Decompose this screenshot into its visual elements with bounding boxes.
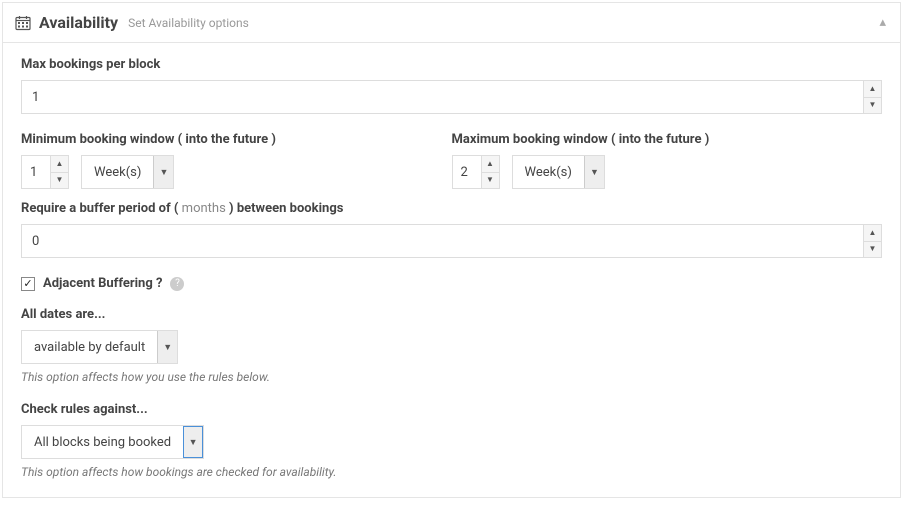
buffer-label: Require a buffer period of ( months ) be… xyxy=(21,201,882,216)
spinner: ▲ ▼ xyxy=(50,156,68,188)
spinner-down-icon[interactable]: ▼ xyxy=(482,173,499,189)
max-window-unit-value: Week(s) xyxy=(513,156,584,188)
min-window-unit-value: Week(s) xyxy=(82,156,153,188)
spinner: ▲ ▼ xyxy=(863,81,881,113)
check-rules-value: All blocks being booked xyxy=(22,426,183,458)
max-bookings-field: Max bookings per block 1 ▲ ▼ xyxy=(21,57,882,114)
check-rules-hint: This option affects how bookings are che… xyxy=(21,465,882,479)
buffer-label-unit: months xyxy=(182,201,226,216)
spinner: ▲ ▼ xyxy=(481,156,499,188)
panel-body: Max bookings per block 1 ▲ ▼ Minimum boo… xyxy=(3,43,900,497)
panel-subtitle: Set Availability options xyxy=(128,16,249,30)
chevron-down-icon[interactable]: ▼ xyxy=(153,156,173,188)
adjacent-buffering-field: ✓ Adjacent Buffering ? ? xyxy=(21,276,882,291)
all-dates-hint: This option affects how you use the rule… xyxy=(21,370,882,384)
buffer-value: 0 xyxy=(22,225,863,257)
all-dates-select[interactable]: available by default ▼ xyxy=(21,330,178,364)
check-rules-field: Check rules against... All blocks being … xyxy=(21,402,882,479)
buffer-field: Require a buffer period of ( months ) be… xyxy=(21,201,882,258)
panel-header: Availability Set Availability options ▴ xyxy=(3,3,900,43)
max-window-value: 2 xyxy=(453,156,481,188)
check-rules-select[interactable]: All blocks being booked ▼ xyxy=(21,425,204,459)
all-dates-field: All dates are... available by default ▼ … xyxy=(21,307,882,384)
buffer-label-pre: Require a buffer period of ( xyxy=(21,201,182,216)
adjacent-buffering-checkbox[interactable]: ✓ xyxy=(21,277,35,291)
min-window-unit-select[interactable]: Week(s) ▼ xyxy=(81,155,174,189)
booking-window-row: Minimum booking window ( into the future… xyxy=(21,132,882,189)
all-dates-label: All dates are... xyxy=(21,307,882,322)
check-rules-label: Check rules against... xyxy=(21,402,882,417)
spinner-up-icon[interactable]: ▲ xyxy=(864,81,881,98)
spinner: ▲ ▼ xyxy=(863,225,881,257)
calendar-icon xyxy=(15,15,31,31)
min-window-value: 1 xyxy=(22,156,50,188)
spinner-down-icon[interactable]: ▼ xyxy=(51,173,68,189)
max-bookings-value: 1 xyxy=(22,81,863,113)
spinner-down-icon[interactable]: ▼ xyxy=(864,242,881,258)
spinner-up-icon[interactable]: ▲ xyxy=(51,156,68,173)
buffer-input[interactable]: 0 ▲ ▼ xyxy=(21,224,882,258)
buffer-label-post: ) between bookings xyxy=(226,201,344,216)
spinner-up-icon[interactable]: ▲ xyxy=(482,156,499,173)
min-window-field: Minimum booking window ( into the future… xyxy=(21,132,452,189)
help-icon[interactable]: ? xyxy=(170,277,184,291)
max-window-field: Maximum booking window ( into the future… xyxy=(452,132,883,189)
max-bookings-input[interactable]: 1 ▲ ▼ xyxy=(21,80,882,114)
max-bookings-label: Max bookings per block xyxy=(21,57,882,72)
chevron-down-icon[interactable]: ▼ xyxy=(183,426,203,458)
min-window-label: Minimum booking window ( into the future… xyxy=(21,132,452,147)
chevron-down-icon[interactable]: ▼ xyxy=(157,331,177,363)
all-dates-value: available by default xyxy=(22,331,157,363)
max-window-value-input[interactable]: 2 ▲ ▼ xyxy=(452,155,500,189)
min-window-value-input[interactable]: 1 ▲ ▼ xyxy=(21,155,69,189)
panel-title: Availability xyxy=(39,13,118,32)
chevron-down-icon[interactable]: ▼ xyxy=(584,156,604,188)
availability-panel: Availability Set Availability options ▴ … xyxy=(2,2,901,498)
max-window-unit-select[interactable]: Week(s) ▼ xyxy=(512,155,605,189)
spinner-up-icon[interactable]: ▲ xyxy=(864,225,881,242)
adjacent-buffering-label: Adjacent Buffering ? xyxy=(43,276,162,291)
collapse-toggle-icon[interactable]: ▴ xyxy=(879,15,886,30)
spinner-down-icon[interactable]: ▼ xyxy=(864,98,881,114)
max-window-label: Maximum booking window ( into the future… xyxy=(452,132,883,147)
